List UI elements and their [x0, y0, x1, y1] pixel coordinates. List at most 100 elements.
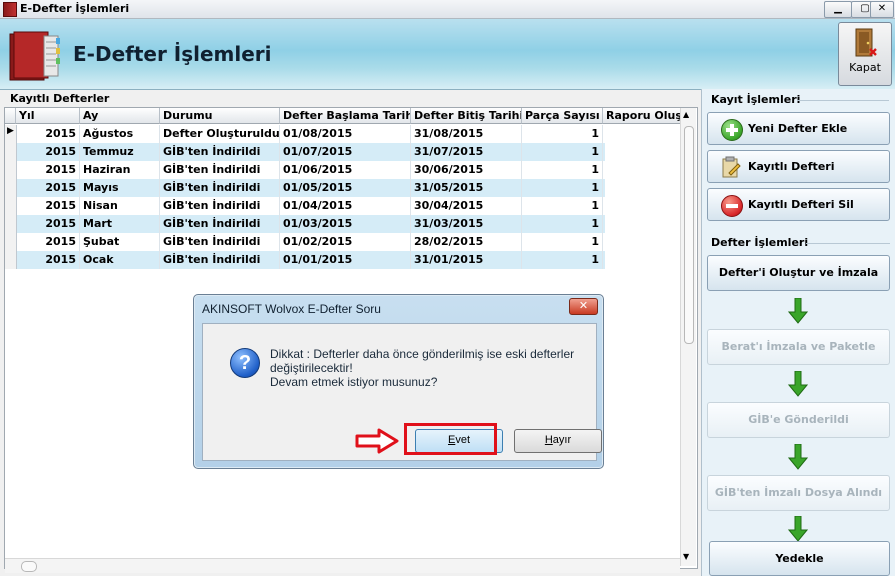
cell-month[interactable]: Temmuz [80, 143, 160, 161]
cell-status[interactable]: GİB'ten İndirildi [160, 197, 280, 215]
cell-status[interactable]: GİB'ten İndirildi [160, 233, 280, 251]
scroll-up-icon: ▲ [683, 110, 690, 119]
column-header-month[interactable]: Ay [80, 108, 160, 124]
cell-parts[interactable]: 1 [522, 197, 603, 215]
table-row[interactable]: 2015 Temmuz GİB'ten İndirildi 01/07/2015 31/… [5, 143, 605, 161]
cell-status[interactable]: GİB'ten İndirildi [160, 179, 280, 197]
cell-parts[interactable]: 1 [522, 233, 603, 251]
cell-year[interactable]: 2015 [16, 161, 80, 179]
table-row[interactable]: 2015 Mayıs GİB'ten İndirildi 01/05/2015 31/0… [5, 179, 605, 197]
cell-end-date[interactable]: 30/06/2015 [411, 161, 522, 179]
edit-ledger-button[interactable]: Kayıtlı Defteri Düzenle [707, 150, 890, 204]
cell-parts[interactable]: 1 [522, 125, 603, 143]
cell-start-date[interactable]: 01/07/2015 [280, 143, 411, 161]
plus-icon [721, 119, 743, 141]
dialog-close-button[interactable]: ✕ [569, 298, 598, 315]
cell-status[interactable]: GİB'ten İndirildi [160, 215, 280, 233]
door-exit-icon [855, 28, 877, 57]
grid-vertical-scrollbar[interactable]: ▲ ▼ [680, 108, 696, 566]
cell-start-date[interactable]: 01/05/2015 [280, 179, 411, 197]
cell-parts[interactable]: 1 [522, 251, 603, 269]
window-close-button[interactable]: ✕ [870, 1, 894, 18]
create-sign-ledger-button[interactable]: Defter'i Oluştur ve İmzala [707, 255, 890, 291]
cell-year[interactable]: 2015 [16, 251, 80, 269]
cell-year[interactable]: 2015 [16, 125, 80, 143]
horizontal-scroll-thumb[interactable] [21, 561, 37, 572]
backup-label: Yedekle [775, 552, 824, 565]
scroll-down-icon: ▼ [683, 552, 690, 561]
cell-start-date[interactable]: 01/03/2015 [280, 215, 411, 233]
cell-end-date[interactable]: 31/01/2015 [411, 251, 522, 269]
cell-year[interactable]: 2015 [16, 197, 80, 215]
cell-year[interactable]: 2015 [16, 215, 80, 233]
maximize-icon: ▢ [860, 3, 870, 14]
cell-end-date[interactable]: 31/07/2015 [411, 143, 522, 161]
column-header-status[interactable]: Durumu [160, 108, 280, 124]
table-row[interactable]: 2015 Şubat GİB'ten İndirildi 01/02/2015 28/0… [5, 233, 605, 251]
cell-end-date[interactable]: 31/03/2015 [411, 215, 522, 233]
cell-parts[interactable]: 1 [522, 179, 603, 197]
cell-month[interactable]: Mayıs [80, 179, 160, 197]
cell-parts[interactable]: 1 [522, 215, 603, 233]
vertical-scroll-thumb[interactable] [684, 126, 694, 344]
cell-month[interactable]: Haziran [80, 161, 160, 179]
dialog-body: ? Dikkat : Defterler daha önce gönderilm… [202, 323, 602, 461]
cell-status[interactable]: GİB'ten İndirildi [160, 161, 280, 179]
table-row[interactable]: 2015 Ocak GİB'ten İndirildi 01/01/2015 31/01… [5, 251, 605, 269]
column-header-year[interactable]: Yıl [16, 108, 80, 124]
step-arrow-icon [788, 516, 808, 542]
grid-horizontal-scrollbar[interactable] [5, 558, 680, 573]
cell-start-date[interactable]: 01/04/2015 [280, 197, 411, 215]
sign-package-berat-button[interactable]: Berat'ı İmzala ve Paketle [707, 329, 890, 365]
backup-button[interactable]: Yedekle [709, 541, 890, 576]
step-arrow-icon [788, 444, 808, 470]
table-row[interactable]: ▶ 2015 Ağustos Defter Oluşturuldu 01/08/2015… [5, 125, 605, 143]
cell-month[interactable]: Nisan [80, 197, 160, 215]
column-header-end-date[interactable]: Defter Bitiş Tarihi [411, 108, 522, 124]
close-icon: ✕ [877, 3, 887, 14]
cell-parts[interactable]: 1 [522, 161, 603, 179]
cell-status[interactable]: Defter Oluşturuldu [160, 125, 280, 143]
sent-to-gib-label: GİB'e Gönderildi [748, 413, 849, 426]
ledger-ops-legend: Defter İşlemleri [711, 236, 809, 249]
cell-status[interactable]: GİB'ten İndirildi [160, 251, 280, 269]
cell-month[interactable]: Mart [80, 215, 160, 233]
sent-to-gib-button[interactable]: GİB'e Gönderildi [707, 402, 890, 438]
kapat-button[interactable]: Kapat [838, 22, 892, 86]
cell-end-date[interactable]: 30/04/2015 [411, 197, 522, 215]
window-title-bar [0, 0, 895, 19]
add-ledger-button[interactable]: Yeni Defter Ekle [707, 112, 890, 145]
cell-month[interactable]: Ağustos [80, 125, 160, 143]
cell-month[interactable]: Şubat [80, 233, 160, 251]
cell-year[interactable]: 2015 [16, 179, 80, 197]
minimize-button[interactable]: ▁ [824, 1, 852, 18]
column-header-parts[interactable]: Parça Sayısı [522, 108, 603, 124]
cell-start-date[interactable]: 01/06/2015 [280, 161, 411, 179]
cell-start-date[interactable]: 01/02/2015 [280, 233, 411, 251]
signed-file-received-button[interactable]: GİB'ten İmzalı Dosya Alındı [707, 475, 890, 511]
column-header-start-date[interactable]: Defter Başlama Tarihi [280, 108, 411, 124]
column-header-report[interactable]: Raporu Oluştu [603, 108, 681, 124]
cell-start-date[interactable]: 01/08/2015 [280, 125, 411, 143]
app-book-icon [3, 2, 17, 17]
cell-end-date[interactable]: 28/02/2015 [411, 233, 522, 251]
close-icon: ✕ [578, 299, 589, 312]
cell-status[interactable]: GİB'ten İndirildi [160, 143, 280, 161]
page-title: E-Defter İşlemleri [73, 42, 272, 66]
add-ledger-label: Yeni Defter Ekle [748, 122, 848, 135]
table-row[interactable]: 2015 Mart GİB'ten İndirildi 01/03/2015 31/03… [5, 215, 605, 233]
delete-ledger-button[interactable]: Kayıtlı Defteri Sil [707, 188, 890, 221]
cell-month[interactable]: Ocak [80, 251, 160, 269]
cell-end-date[interactable]: 31/05/2015 [411, 179, 522, 197]
cell-year[interactable]: 2015 [16, 143, 80, 161]
cell-year[interactable]: 2015 [16, 233, 80, 251]
dialog-message-line: değiştirilecektir! [270, 361, 353, 375]
cell-parts[interactable]: 1 [522, 143, 603, 161]
no-button[interactable]: Hayır [514, 429, 602, 453]
dialog-message-line: Dikkat : Defterler daha önce gönderilmiş… [270, 347, 575, 361]
table-row[interactable]: 2015 Haziran GİB'ten İndirildi 01/06/2015 30… [5, 161, 605, 179]
cell-start-date[interactable]: 01/01/2015 [280, 251, 411, 269]
cell-end-date[interactable]: 31/08/2015 [411, 125, 522, 143]
dialog-message: Dikkat : Defterler daha önce gönderilmiş… [270, 347, 590, 389]
table-row[interactable]: 2015 Nisan GİB'ten İndirildi 01/04/2015 30/0… [5, 197, 605, 215]
